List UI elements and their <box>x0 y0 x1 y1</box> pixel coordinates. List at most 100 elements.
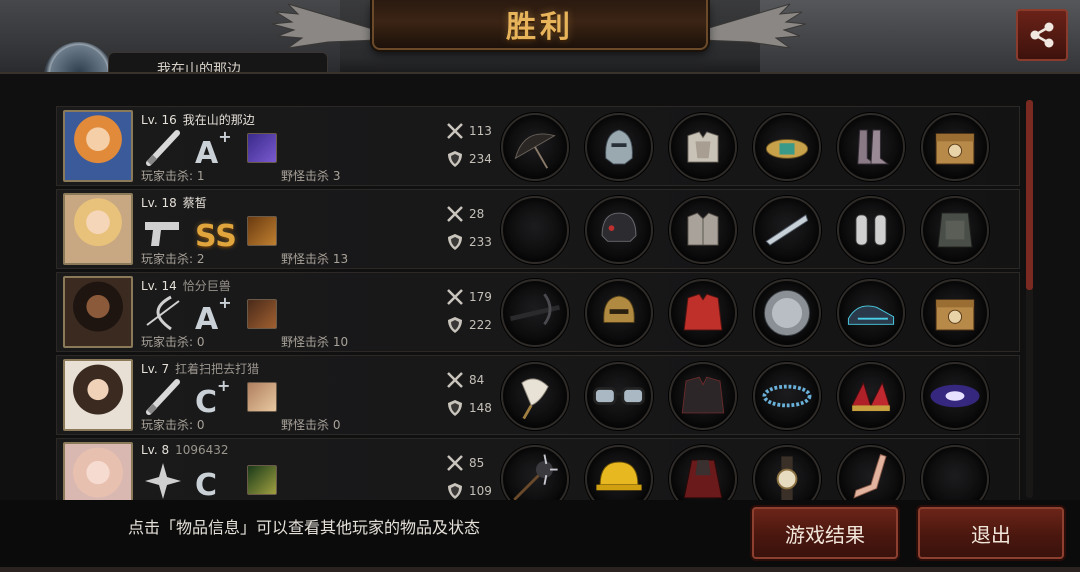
defense-value: 234 <box>469 152 492 166</box>
item-slot[interactable] <box>669 196 737 264</box>
player-kills: 玩家击杀: 1 <box>141 169 205 183</box>
player-name: 我在山的那边 <box>182 113 255 127</box>
shield-icon <box>448 400 462 416</box>
item-slot[interactable] <box>837 279 905 347</box>
player-avatar[interactable] <box>63 276 133 348</box>
red-cloak-icon <box>683 459 723 499</box>
item-slot[interactable] <box>501 196 569 264</box>
item-slot[interactable] <box>585 362 653 430</box>
defense-stat: 234 <box>445 149 492 169</box>
hard-hat-icon <box>596 461 642 491</box>
defense-stat: 148 <box>445 398 492 418</box>
knee-guards-icon <box>855 214 887 246</box>
attack-value: 28 <box>469 207 485 221</box>
player-row[interactable]: Lv. 18 蔡皙 SS 玩家击杀: 2 野怪击杀 13 28 233 <box>56 189 1020 269</box>
vest-icon <box>937 212 973 248</box>
skill-ninja-icon[interactable] <box>247 465 277 495</box>
attack-stat: 28 <box>445 204 484 224</box>
skill-portrait-icon[interactable] <box>247 382 277 412</box>
attack-value: 179 <box>469 290 492 304</box>
item-slot[interactable] <box>501 445 569 502</box>
item-slot[interactable] <box>669 113 737 181</box>
monster-kills: 野怪击杀 0 <box>281 418 341 432</box>
skill-cross-icon[interactable] <box>247 299 277 329</box>
defense-value: 148 <box>469 401 492 415</box>
steel-disc-icon <box>763 289 811 337</box>
player-header: Lv. 16 我在山的那边 <box>141 111 255 128</box>
player-row[interactable]: Lv. 16 我在山的那边 A+ 玩家击杀: 1 野怪击杀 3 113 234 <box>56 106 1020 186</box>
item-slot[interactable] <box>921 445 989 502</box>
crossed-swords-icon <box>447 289 463 305</box>
hint-text: 点击「物品信息」可以查看其他玩家的物品及状态 <box>128 518 481 537</box>
skill-orange-icon[interactable] <box>247 216 277 246</box>
item-slot[interactable] <box>753 362 821 430</box>
item-slot[interactable] <box>669 445 737 502</box>
item-slot[interactable] <box>585 279 653 347</box>
item-slot[interactable] <box>837 445 905 502</box>
player-name: 恰分巨兽 <box>182 279 231 293</box>
attack-value: 84 <box>469 373 485 387</box>
bat-icon <box>146 379 180 415</box>
footer-border <box>0 567 1080 572</box>
item-slot[interactable] <box>921 113 989 181</box>
item-slot[interactable] <box>669 279 737 347</box>
player-avatar[interactable] <box>63 193 133 265</box>
player-header: Lv. 7 扛着扫把去打猎 <box>141 360 259 377</box>
player-row[interactable]: Lv. 7 扛着扫把去打猎 C+ 玩家击杀: 0 野怪击杀 0 84 148 <box>56 355 1020 435</box>
player-avatar[interactable] <box>63 442 133 502</box>
player-header: Lv. 8 1096432 <box>141 443 229 457</box>
skill-purple-icon[interactable] <box>247 133 277 163</box>
share-button[interactable] <box>1016 9 1068 61</box>
item-slot[interactable] <box>585 445 653 502</box>
player-kills: 玩家击杀: 2 <box>141 252 205 266</box>
bow-icon <box>146 295 180 331</box>
item-slot[interactable] <box>753 279 821 347</box>
scrollbar[interactable] <box>1026 100 1033 498</box>
monster-kills: 野怪击杀 3 <box>281 169 341 183</box>
leg-icon <box>853 453 887 499</box>
red-heels-icon <box>851 381 891 412</box>
plate-armor-icon <box>687 131 719 163</box>
item-slot[interactable] <box>921 279 989 347</box>
chest-armor-icon <box>687 212 719 246</box>
player-level: Lv. 8 <box>141 443 170 457</box>
monster-kills: 野怪击杀 10 <box>281 335 349 349</box>
item-slot[interactable] <box>921 196 989 264</box>
player-avatar[interactable] <box>63 359 133 431</box>
tactical-helmet-icon <box>601 212 637 242</box>
glasses-icon <box>593 387 645 405</box>
player-kills: 玩家击杀: 0 <box>141 418 205 432</box>
item-slot[interactable] <box>585 113 653 181</box>
player-name: 扛着扫把去打猎 <box>175 362 260 376</box>
attack-stat: 179 <box>445 287 492 307</box>
item-slot[interactable] <box>753 113 821 181</box>
attack-stat: 85 <box>445 453 484 473</box>
victory-title: 胜利 <box>506 10 574 45</box>
item-slot[interactable] <box>837 113 905 181</box>
item-slot[interactable] <box>837 196 905 264</box>
player-list[interactable]: Lv. 16 我在山的那边 A+ 玩家击杀: 1 野怪击杀 3 113 234 L… <box>56 106 1020 502</box>
player-level: Lv. 18 <box>141 196 177 210</box>
item-slot[interactable] <box>837 362 905 430</box>
player-level: Lv. 14 <box>141 279 177 293</box>
crossed-swords-icon <box>447 372 463 388</box>
item-slot[interactable] <box>753 445 821 502</box>
scrollbar-thumb[interactable] <box>1026 100 1033 290</box>
player-name: 1096432 <box>175 443 229 457</box>
game-result-button[interactable]: 游戏结果 <box>752 507 898 559</box>
item-slot[interactable] <box>753 196 821 264</box>
item-slot[interactable] <box>501 113 569 181</box>
player-avatar[interactable] <box>63 110 133 182</box>
exit-button[interactable]: 退出 <box>918 507 1064 559</box>
item-slot[interactable] <box>921 362 989 430</box>
item-slot[interactable] <box>669 362 737 430</box>
umbrella-icon <box>514 133 556 169</box>
attack-value: 113 <box>469 124 492 138</box>
player-header: Lv. 14 恰分巨兽 <box>141 277 231 294</box>
item-slot[interactable] <box>585 196 653 264</box>
player-row[interactable]: Lv. 81096432 C 玩家击杀 野怪击杀 85 109 <box>56 438 1020 502</box>
player-row[interactable]: Lv. 14 恰分巨兽 A+ 玩家击杀: 0 野怪击杀 10 179 222 <box>56 272 1020 352</box>
item-slot[interactable] <box>501 362 569 430</box>
item-slot[interactable] <box>501 279 569 347</box>
player-level: Lv. 16 <box>141 113 177 127</box>
